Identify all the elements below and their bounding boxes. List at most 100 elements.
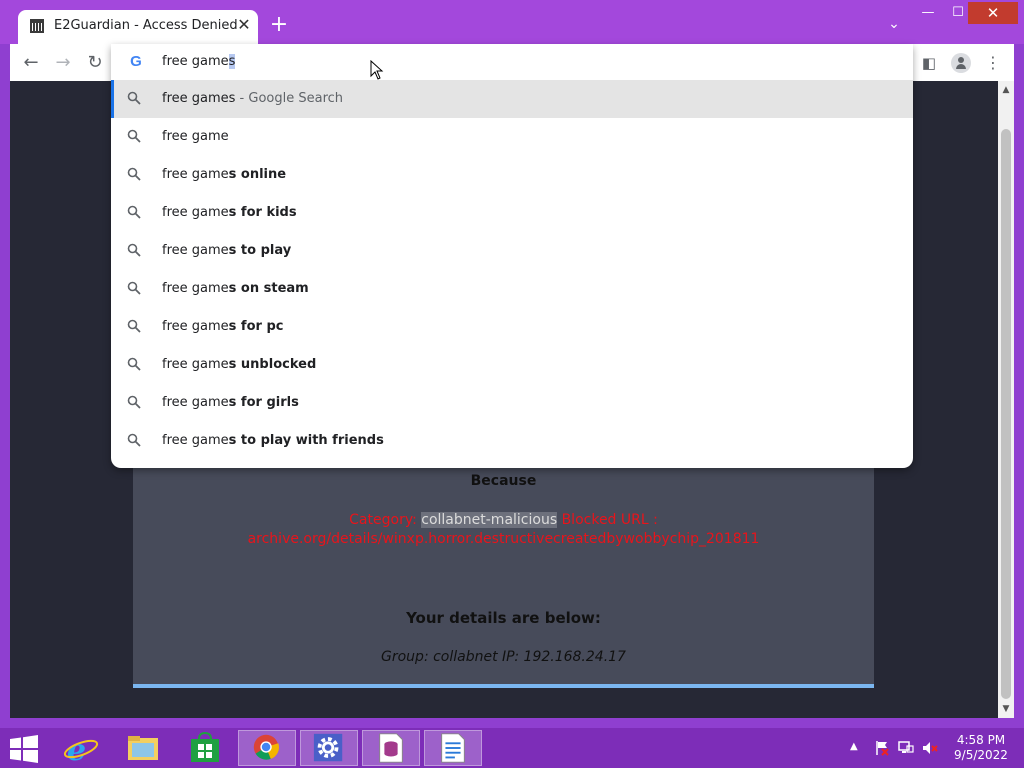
suggestion-text: free games for pc (162, 319, 283, 334)
taskbar-file-explorer[interactable] (114, 730, 172, 766)
window-minimize-button[interactable]: — (914, 2, 942, 24)
internet-explorer-icon: e (63, 733, 99, 768)
new-tab-button[interactable]: + (268, 14, 290, 36)
network-icon[interactable] (898, 740, 914, 756)
taskbar-clock[interactable]: 4:58 PM 9/5/2022 (946, 733, 1016, 763)
volume-muted-icon[interactable] (922, 740, 938, 756)
store-bag-icon (191, 731, 219, 762)
tab-access-denied[interactable]: E2Guardian - Access Denied ✕ (18, 10, 258, 44)
omnibox-suggestion[interactable]: free games for pc (111, 308, 913, 346)
search-icon (127, 91, 143, 107)
suggestion-text: free games unblocked (162, 357, 316, 372)
suggestion-text: free games - Google Search (162, 91, 343, 106)
category-value: collabnet-malicious (421, 512, 558, 528)
search-icon (127, 281, 143, 297)
search-icon (127, 319, 143, 335)
category-label: Category: (349, 512, 422, 528)
suggestion-text: free game (162, 129, 229, 144)
folder-icon (128, 736, 158, 760)
suggestion-completion: s on steam (228, 281, 309, 296)
scroll-up-arrow-icon[interactable]: ▲ (998, 83, 1014, 97)
suggestion-completion: s online (228, 167, 287, 182)
clock-date: 9/5/2022 (954, 748, 1008, 762)
taskbar-base-database[interactable] (362, 730, 420, 766)
page-scrollbar[interactable]: ▲ ▼ (998, 81, 1014, 718)
omnibox-suggestion[interactable]: free games to play (111, 232, 913, 270)
browser-titlebar: E2Guardian - Access Denied ✕ + ⌄ — ☐ ✕ (0, 0, 1024, 44)
suggestion-completion: s for pc (228, 319, 284, 334)
address-bar[interactable]: G free games (111, 44, 913, 80)
suggestion-text: free games online (162, 167, 286, 182)
suggestion-completion: s unblocked (228, 357, 317, 372)
suggestion-completion: s for girls (228, 395, 299, 410)
omnibox-suggestion[interactable]: free games for kids (111, 194, 913, 232)
mouse-cursor-icon (370, 60, 384, 80)
omnibox-suggestion[interactable]: free games to play with friends (111, 422, 913, 460)
scroll-thumb[interactable] (1001, 129, 1011, 699)
suggestion-completion: s to play (228, 243, 292, 258)
profile-avatar-icon[interactable] (948, 50, 974, 76)
taskbar-settings[interactable] (300, 730, 358, 766)
autocomplete-selection: s (228, 54, 236, 69)
scroll-down-arrow-icon[interactable]: ▼ (998, 702, 1014, 716)
window-close-button[interactable]: ✕ (968, 2, 1018, 24)
tray-overflow-arrow-icon[interactable]: ▲ (850, 741, 858, 752)
suggestion-text: free games on steam (162, 281, 309, 296)
search-icon (127, 357, 143, 373)
tab-close-icon[interactable]: ✕ (234, 15, 254, 35)
omnibox-suggestion[interactable]: free games on steam (111, 270, 913, 308)
database-document-icon (379, 733, 403, 763)
search-icon (127, 243, 143, 259)
text-document-icon (441, 733, 465, 763)
suggestion-base: free game (162, 433, 229, 448)
omnibox-suggestion[interactable]: free games - Google Search (111, 80, 913, 118)
suggestion-text: free games to play (162, 243, 291, 258)
omnibox-suggestion[interactable]: free games unblocked (111, 346, 913, 384)
suggestion-base: free game (162, 205, 229, 220)
typed-text: free game (162, 54, 229, 69)
search-icon (127, 395, 143, 411)
taskbar-internet-explorer[interactable]: e (52, 730, 110, 768)
omnibox-suggestion[interactable]: free games for girls (111, 384, 913, 422)
side-panel-icon[interactable]: ◧ (916, 50, 942, 76)
search-icon (127, 433, 143, 449)
block-message-box: Because Category: collabnet-malicious Bl… (133, 441, 874, 688)
suggestion-base: free game (162, 357, 229, 372)
suggestion-base: free games (162, 91, 236, 106)
reload-icon[interactable]: ↻ (82, 50, 108, 76)
e2guardian-favicon-icon (30, 19, 44, 33)
suggestion-base: free game (162, 281, 229, 296)
omnibox-suggestion[interactable]: free games online (111, 156, 913, 194)
forward-arrow-icon[interactable]: → (50, 50, 76, 76)
search-icon (127, 129, 143, 145)
windows-start-icon[interactable] (8, 735, 40, 763)
address-bar-text[interactable]: free games (162, 54, 236, 69)
tab-search-chevron-icon[interactable]: ⌄ (884, 16, 904, 36)
suggestion-base: free game (162, 167, 229, 182)
omnibox-suggestion[interactable]: free game (111, 118, 913, 156)
suggestion-text: free games for girls (162, 395, 299, 410)
suggestion-hint: - Google Search (235, 91, 344, 106)
suggestion-base: free game (162, 319, 229, 334)
menu-kebab-icon[interactable]: ⋮ (980, 50, 1006, 76)
google-g-icon: G (130, 53, 142, 70)
gear-icon (313, 733, 343, 762)
action-center-flag-icon[interactable] (874, 740, 890, 756)
suggestion-text: free games for kids (162, 205, 297, 220)
block-reason: Category: collabnet-malicious Blocked UR… (133, 511, 874, 549)
suggestion-base: free game (162, 129, 229, 144)
blocked-url-label: Blocked URL : (557, 512, 658, 528)
taskbar-writer-document[interactable] (424, 730, 482, 766)
clock-time: 4:58 PM (956, 733, 1006, 747)
suggestion-base: free game (162, 395, 229, 410)
blocked-url: archive.org/details/winxp.horror.destruc… (247, 531, 760, 547)
omnibox-dropdown: G free games free games - Google Search f… (111, 44, 913, 468)
svg-text:e: e (67, 733, 86, 766)
chrome-icon (253, 734, 280, 760)
taskbar-chrome[interactable] (238, 730, 296, 766)
suggestion-completion: s for kids (228, 205, 297, 220)
details-heading: Your details are below: (406, 609, 601, 627)
taskbar-store[interactable] (176, 730, 234, 766)
back-arrow-icon[interactable]: ← (18, 50, 44, 76)
suggestion-text: free games to play with friends (162, 433, 384, 448)
